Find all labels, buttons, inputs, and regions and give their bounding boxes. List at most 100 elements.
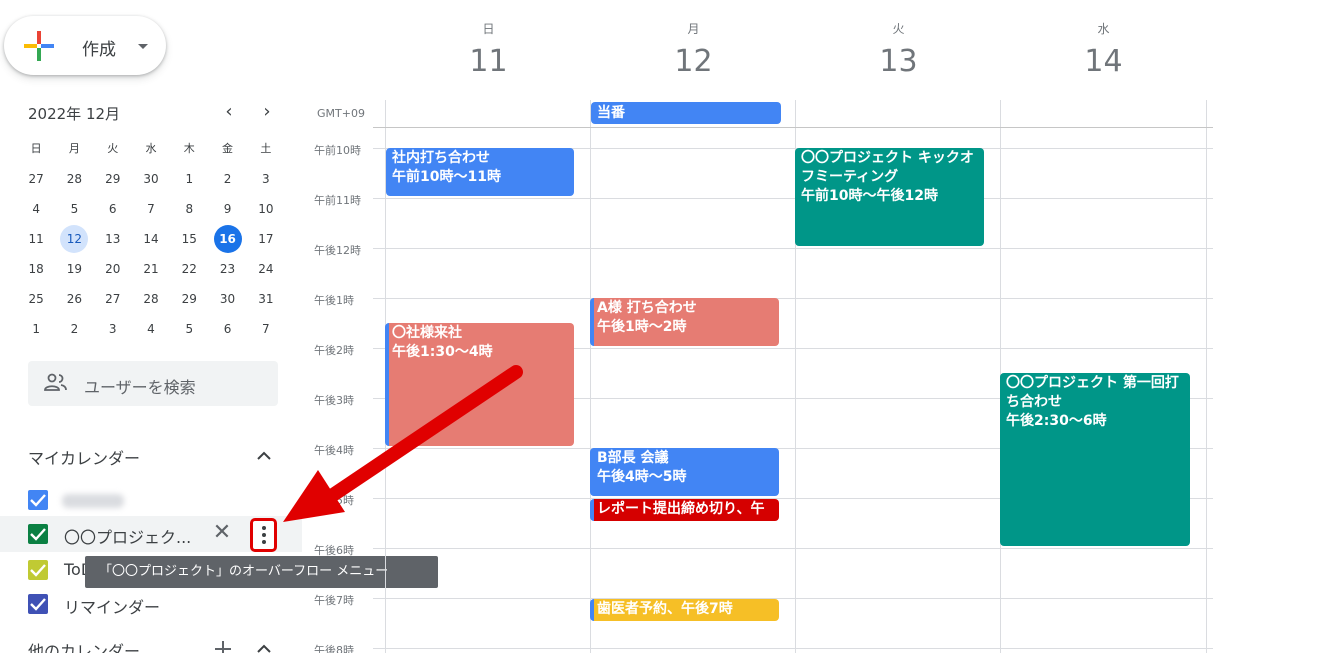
- mini-day[interactable]: 2: [208, 166, 246, 192]
- event-client-visit[interactable]: 〇社様来社 午後1:30～4時: [385, 323, 574, 446]
- mini-day[interactable]: 4: [132, 316, 170, 342]
- mini-day[interactable]: 7: [247, 316, 285, 342]
- mini-day-number: 13: [105, 232, 121, 246]
- calendar-checkbox[interactable]: [28, 524, 48, 544]
- mini-day[interactable]: 1: [170, 166, 208, 192]
- mini-day[interactable]: 21: [132, 256, 170, 282]
- chevron-up-icon[interactable]: [257, 449, 271, 463]
- event-dentist[interactable]: 歯医者予約、午後7時: [590, 599, 779, 621]
- create-button[interactable]: 作成: [4, 16, 166, 75]
- mini-day[interactable]: 23: [208, 256, 246, 282]
- search-users-placeholder: ユーザーを検索: [84, 378, 196, 397]
- day-number[interactable]: 13: [796, 44, 1001, 79]
- calendar-checkbox[interactable]: [28, 594, 48, 614]
- mini-day[interactable]: 25: [17, 286, 55, 312]
- search-users-field[interactable]: ユーザーを検索: [28, 361, 278, 406]
- close-icon[interactable]: ✕: [212, 522, 232, 544]
- calendar-item-reminders[interactable]: リマインダー: [0, 586, 302, 622]
- mini-day[interactable]: 26: [55, 286, 93, 312]
- calendar-checkbox[interactable]: [28, 560, 48, 580]
- mini-day-number: 29: [181, 292, 197, 306]
- mini-day[interactable]: 28: [132, 286, 170, 312]
- mini-day-number: 4: [32, 202, 40, 216]
- mini-day[interactable]: 18: [17, 256, 55, 282]
- mini-day-number: 1: [185, 172, 194, 186]
- mini-day[interactable]: 29: [170, 286, 208, 312]
- mini-day[interactable]: 6: [208, 316, 246, 342]
- time-label: 午後6時: [314, 544, 354, 557]
- day-number[interactable]: 12: [591, 44, 796, 79]
- event-first-meeting[interactable]: 〇〇プロジェクト 第一回打ち合わせ 午後2:30～6時: [1000, 373, 1190, 546]
- mini-day[interactable]: 4: [17, 196, 55, 222]
- mini-day[interactable]: 24: [247, 256, 285, 282]
- mini-day[interactable]: 31: [247, 286, 285, 312]
- calendar-item-project[interactable]: 〇〇プロジェク... ✕: [0, 516, 302, 552]
- event-a-meeting[interactable]: A様 打ち合わせ 午後1時～2時: [590, 298, 779, 346]
- mini-day[interactable]: 10: [247, 196, 285, 222]
- mini-day[interactable]: 28: [55, 166, 93, 192]
- mini-day[interactable]: 12: [55, 225, 93, 253]
- event-title: レポート提出締め切り、午: [597, 501, 765, 517]
- add-calendar-icon[interactable]: [214, 640, 232, 653]
- mini-day[interactable]: 22: [170, 256, 208, 282]
- overflow-menu-button[interactable]: [250, 518, 277, 552]
- mini-weekday: 水: [145, 142, 157, 155]
- mini-day[interactable]: 27: [94, 286, 132, 312]
- mini-day[interactable]: 9: [208, 196, 246, 222]
- mini-day[interactable]: 15: [170, 226, 208, 252]
- event-all-day[interactable]: 当番: [591, 102, 781, 124]
- mini-day-number: 7: [262, 322, 270, 336]
- mini-day-number: 15: [181, 232, 197, 246]
- timezone-label: GMT+09: [317, 107, 365, 120]
- chevron-right-icon[interactable]: ›: [257, 102, 277, 122]
- mini-day-number: 6: [223, 322, 232, 336]
- calendar-checkbox[interactable]: [28, 490, 48, 510]
- mini-day-number: 27: [28, 172, 44, 186]
- chevron-left-icon[interactable]: ‹: [219, 102, 239, 122]
- check-icon: [30, 494, 46, 507]
- mini-day[interactable]: 1: [17, 316, 55, 342]
- event-b-meeting[interactable]: B部長 会議 午後4時～5時: [590, 448, 779, 496]
- mini-day-number: 22: [181, 262, 197, 276]
- chevron-up-icon[interactable]: [257, 642, 271, 653]
- day-number[interactable]: 14: [1001, 44, 1206, 79]
- my-calendars-title: マイカレンダー: [28, 449, 141, 468]
- mini-day[interactable]: 19: [55, 256, 93, 282]
- mini-weekday: 木: [183, 142, 195, 155]
- event-internal-meeting[interactable]: 社内打ち合わせ 午前10時～11時: [386, 148, 574, 196]
- mini-day[interactable]: 5: [170, 316, 208, 342]
- mini-day[interactable]: 7: [132, 196, 170, 222]
- create-label: 作成: [82, 40, 116, 60]
- mini-day[interactable]: 6: [94, 196, 132, 222]
- mini-day[interactable]: 16: [208, 225, 246, 253]
- kebab-dot: [262, 533, 266, 537]
- mini-day[interactable]: 20: [94, 256, 132, 282]
- mini-day-number: 11: [28, 232, 44, 246]
- mini-weekday: 金: [222, 142, 234, 155]
- all-day-divider: [373, 127, 1213, 128]
- mini-day-number: 3: [262, 172, 270, 186]
- mini-day[interactable]: 14: [132, 226, 170, 252]
- mini-day[interactable]: 3: [94, 316, 132, 342]
- mini-day[interactable]: 11: [17, 226, 55, 252]
- event-kickoff[interactable]: 〇〇プロジェクト キックオフミーティング 午前10時～午後12時: [795, 148, 984, 246]
- event-time: 午後1:30～4時: [392, 344, 493, 360]
- mini-day[interactable]: 3: [247, 166, 285, 192]
- mini-day[interactable]: 5: [55, 196, 93, 222]
- calendar-item-personal[interactable]: [0, 482, 302, 518]
- mini-day[interactable]: 27: [17, 166, 55, 192]
- other-calendars-title: 他のカレンダー: [28, 642, 141, 653]
- mini-day[interactable]: 30: [132, 166, 170, 192]
- mini-weekday: 火: [107, 142, 119, 155]
- mini-day[interactable]: 30: [208, 286, 246, 312]
- mini-day-number: 14: [143, 232, 159, 246]
- mini-day[interactable]: 13: [94, 226, 132, 252]
- mini-day[interactable]: 17: [247, 226, 285, 252]
- plus-icon: [24, 31, 54, 61]
- mini-day[interactable]: 29: [94, 166, 132, 192]
- mini-day[interactable]: 2: [55, 316, 93, 342]
- day-number[interactable]: 11: [386, 44, 591, 79]
- mini-day[interactable]: 8: [170, 196, 208, 222]
- blurred-calendar-name: [62, 494, 124, 508]
- event-report-deadline[interactable]: レポート提出締め切り、午: [590, 499, 779, 521]
